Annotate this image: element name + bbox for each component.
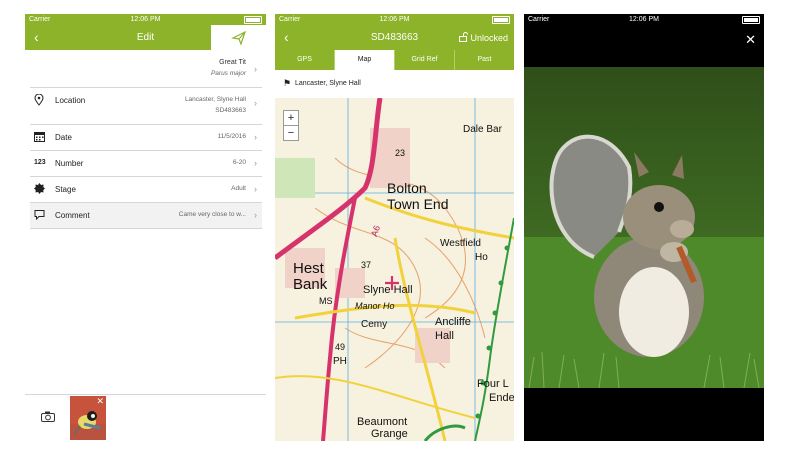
camera-icon[interactable] [41, 409, 55, 427]
map-label-ph: PH [333, 356, 347, 367]
map-label-manor-ho: Manor Ho [355, 301, 395, 311]
zoom-controls: + − [283, 110, 299, 141]
close-icon[interactable]: ✕ [745, 32, 756, 48]
location-name: Lancaster, Slyne Hall [295, 80, 361, 87]
number-value: 6-20 [232, 159, 246, 166]
number-label: Number [55, 159, 84, 168]
photo-thumbnail[interactable]: ✕ [70, 396, 106, 440]
chevron-right-icon: › [254, 64, 257, 74]
status-time: 12:06 PM [130, 16, 161, 23]
stage-row[interactable]: Stage Adult › [30, 177, 262, 203]
chevron-right-icon: › [254, 98, 257, 108]
location-gridref: SD483663 [215, 107, 246, 114]
map-label-hall: Hall [435, 330, 454, 342]
battery-icon [244, 16, 262, 24]
zoom-out-button[interactable]: − [284, 126, 298, 140]
stage-badge-icon [34, 183, 45, 196]
nav-bar: ‹ SD483663 Unlocked [275, 25, 514, 50]
edit-screen: Carrier 12:06 PM ‹ Edit Great Tit Parus … [25, 14, 266, 441]
chevron-right-icon: › [254, 158, 257, 168]
os-map[interactable]: + − Dale Bar 23 Bolton Town End A6 Westf… [275, 98, 514, 441]
comment-row[interactable]: Comment Came very close to w... › [30, 203, 262, 229]
map-label-ende: Ende [489, 392, 514, 404]
send-icon [231, 30, 247, 46]
map-label-ho: Ho [475, 252, 488, 263]
squirrel-image [524, 67, 764, 388]
comment-bubble-icon [34, 209, 45, 222]
tab-gridref[interactable]: Grid Ref [395, 50, 455, 70]
map-label-hest: Hest [293, 260, 324, 277]
unlock-icon [458, 32, 468, 42]
comment-label: Comment [55, 211, 90, 220]
status-bar: Carrier 12:06 PM [25, 14, 266, 25]
map-label-dale: Dale Bar [463, 124, 502, 135]
pin-icon: ⚑ [283, 78, 292, 88]
zoom-in-button[interactable]: + [284, 111, 298, 126]
chevron-right-icon: › [254, 132, 257, 142]
status-time: 12:06 PM [379, 16, 410, 23]
species-common-name: Great Tit [219, 59, 246, 66]
tab-gps[interactable]: GPS [275, 50, 335, 70]
map-label-37: 37 [361, 260, 372, 270]
squirrel-photo [524, 67, 764, 388]
map-label-cemy: Cemy [361, 319, 388, 330]
map-screen: Carrier 12:06 PM ‹ SD483663 Unlocked GPS… [275, 14, 514, 441]
location-tabs: GPS Map Grid Ref Past [275, 50, 514, 70]
map-label-bank: Bank [293, 276, 328, 293]
map-label-beaumont: Beaumont [357, 416, 408, 428]
status-time: 12:06 PM [629, 16, 659, 23]
species-row[interactable]: Great Tit Parus major › [30, 54, 262, 88]
location-label: Location [55, 96, 86, 105]
map-label-bolton: Bolton [387, 180, 427, 196]
battery-icon [492, 16, 510, 24]
date-value: 11/5/2016 [217, 133, 246, 140]
map-label-town-end: Town End [387, 196, 449, 212]
map-label-ms: MS [319, 296, 333, 306]
map-label-grange: Grange [371, 428, 408, 440]
location-value: Lancaster, Slyne Hall [184, 96, 246, 103]
bottom-divider [25, 394, 266, 395]
location-bar: ⚑ Lancaster, Slyne Hall [275, 70, 514, 98]
date-label: Date [55, 133, 72, 142]
location-row[interactable]: Location Lancaster, Slyne Hall SD483663 … [30, 88, 262, 125]
tab-past[interactable]: Past [455, 50, 514, 70]
map-label-49: 49 [335, 342, 346, 352]
send-button[interactable] [211, 25, 266, 50]
chevron-right-icon: › [254, 184, 257, 194]
battery-icon [742, 16, 760, 24]
tab-map[interactable]: Map [335, 50, 395, 70]
stage-label: Stage [55, 185, 76, 194]
unlocked-label: Unlocked [470, 33, 508, 43]
photo-viewer-screen: Carrier 12:06 PM ✕ [524, 14, 764, 441]
status-bar: Carrier 12:06 PM [275, 14, 514, 25]
number-row[interactable]: 123 Number 6-20 › [30, 151, 262, 177]
comment-value: Came very close to w... [178, 211, 246, 218]
status-bar: Carrier 12:06 PM [524, 14, 764, 25]
map-label-slyne-hall: Slyne Hall [363, 284, 413, 296]
remove-photo-icon[interactable]: ✕ [96, 396, 104, 407]
location-pin-icon [34, 93, 44, 108]
calendar-icon [34, 131, 45, 144]
date-row[interactable]: Date 11/5/2016 › [30, 125, 262, 151]
map-label-ancliffe: Ancliffe [435, 316, 471, 328]
unlocked-toggle[interactable]: Unlocked [458, 32, 508, 43]
map-label-westfield: Westfield [440, 238, 481, 249]
map-label-23: 23 [395, 148, 406, 158]
map-label-four-l: Four L [477, 378, 509, 390]
chevron-right-icon: › [254, 210, 257, 220]
stage-value: Adult [231, 185, 246, 192]
number-icon: 123 [34, 159, 46, 166]
species-latin-name: Parus major [210, 70, 246, 77]
